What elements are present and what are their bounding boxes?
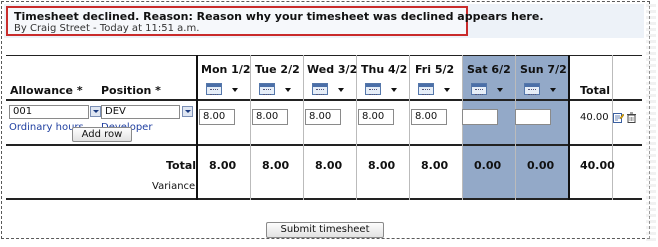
day-total-sat: 0.00	[474, 159, 502, 172]
calendar-icon[interactable]	[365, 83, 381, 95]
submit-timesheet-button[interactable]: Submit timesheet	[266, 222, 384, 238]
hours-input-fri[interactable]: 8.00	[411, 109, 447, 125]
total-header: Total	[580, 84, 611, 97]
chevron-down-icon[interactable]	[391, 88, 397, 92]
variance-label: Variance	[152, 181, 196, 192]
hours-input-wed[interactable]: 8.00	[305, 109, 341, 125]
allowance-select[interactable]: 001	[9, 105, 89, 119]
hours-input-mon[interactable]: 8.00	[199, 109, 235, 125]
edit-icon[interactable]	[613, 112, 624, 123]
day-total-wed: 8.00	[315, 159, 343, 172]
day-total-tue: 8.00	[262, 159, 290, 172]
day-header-thu: Thu 4/2	[361, 63, 408, 76]
chevron-down-icon[interactable]	[444, 88, 450, 92]
chevron-down-icon[interactable]	[232, 88, 238, 92]
torn-edge	[646, 4, 656, 243]
hours-input-sun[interactable]	[515, 109, 551, 125]
grand-total: 40.00	[580, 159, 615, 172]
chevron-down-icon[interactable]	[550, 88, 556, 92]
calendar-icon[interactable]	[259, 83, 275, 95]
position-header: Position *	[101, 84, 161, 97]
hours-input-tue[interactable]: 8.00	[252, 109, 288, 125]
delete-icon[interactable]	[626, 112, 637, 123]
day-total-sun: 0.00	[527, 159, 555, 172]
declined-notice: Timesheet declined. Reason: Reason why y…	[6, 6, 544, 36]
add-row-button[interactable]: Add row	[72, 127, 132, 142]
allowance-header: Allowance *	[10, 84, 83, 97]
chevron-down-icon[interactable]	[285, 88, 291, 92]
total-label: Total	[166, 159, 197, 172]
calendar-icon[interactable]	[471, 83, 487, 95]
declined-notice-subtitle: By Craig Street - Today at 11:51 a.m.	[14, 23, 200, 34]
chevron-down-icon[interactable]	[338, 88, 344, 92]
declined-notice-title: Timesheet declined. Reason: Reason why y…	[14, 10, 544, 23]
day-total-thu: 8.00	[368, 159, 396, 172]
hours-input-thu[interactable]: 8.00	[358, 109, 394, 125]
day-header-mon: Mon 1/2	[201, 63, 251, 76]
calendar-icon[interactable]	[418, 83, 434, 95]
chevron-down-icon[interactable]	[182, 106, 193, 117]
calendar-icon[interactable]	[312, 83, 328, 95]
row-total: 40.00	[580, 112, 609, 123]
day-total-fri: 8.00	[421, 159, 449, 172]
chevron-down-icon[interactable]	[90, 106, 101, 117]
day-header-sun: Sun 7/2	[520, 63, 567, 76]
day-total-mon: 8.00	[209, 159, 237, 172]
calendar-icon[interactable]	[206, 83, 222, 95]
day-header-fri: Fri 5/2	[415, 63, 455, 76]
chevron-down-icon[interactable]	[497, 88, 503, 92]
day-header-wed: Wed 3/2	[307, 63, 358, 76]
position-select[interactable]: DEV	[101, 105, 180, 119]
day-header-tue: Tue 2/2	[255, 63, 300, 76]
timesheet-grid: Allowance * Position * Total Mon 1/2 Tue…	[6, 55, 642, 200]
day-header-sat: Sat 6/2	[467, 63, 511, 76]
calendar-icon[interactable]	[524, 83, 540, 95]
hours-input-sat[interactable]	[462, 109, 498, 125]
